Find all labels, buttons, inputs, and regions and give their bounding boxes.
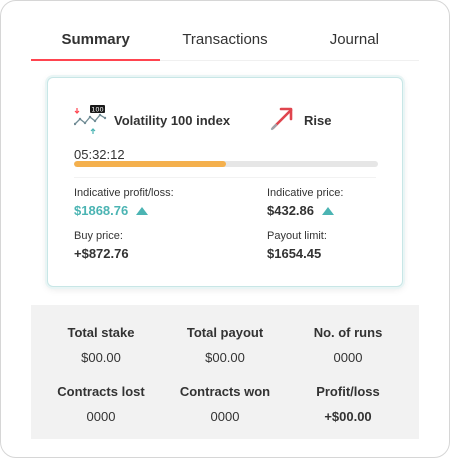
indicative-price-label: Indicative price:	[267, 187, 344, 199]
contract-header: 100 Volatility 100 index Rise	[73, 104, 376, 136]
contracts-won: Contracts won 0000	[165, 384, 285, 424]
progress-fill	[74, 161, 226, 167]
market-info: 100 Volatility 100 index	[73, 104, 270, 136]
trade-type: Rise	[270, 105, 331, 136]
payout-limit-value: $1654.45	[267, 246, 322, 261]
buy-price-label: Buy price:	[74, 230, 123, 242]
triangle-up-icon	[322, 206, 334, 215]
market-badge-text: 100	[91, 106, 103, 114]
payout-limit-label: Payout limit:	[267, 230, 327, 242]
number-of-runs: No. of runs 0000	[288, 325, 408, 365]
contracts-won-label: Contracts won	[179, 384, 271, 399]
profit-loss: Profit/loss +$00.00	[288, 384, 408, 424]
contract-progress-bar	[74, 161, 378, 167]
contracts-won-value: 0000	[210, 409, 240, 424]
profit-loss-value: +$00.00	[324, 409, 372, 424]
indicative-profit-label: Indicative profit/loss:	[74, 187, 174, 199]
indicative-price-row: $432.86	[267, 203, 343, 218]
buy-price-value: +$872.76	[74, 246, 129, 261]
contracts-lost: Contracts lost 0000	[41, 384, 161, 424]
market-name: Volatility 100 index	[114, 112, 231, 128]
triangle-up-icon	[136, 206, 149, 215]
total-payout-value: $00.00	[205, 350, 245, 365]
tab-journal[interactable]: Journal	[290, 19, 419, 60]
runs-label: No. of runs	[313, 325, 383, 340]
runs-value: 0000	[333, 350, 363, 365]
rise-arrow-icon	[270, 105, 296, 136]
profit-loss-label: Profit/loss	[316, 384, 380, 399]
contract-timer: 05:32:12	[74, 147, 125, 162]
buy-price: Buy price: +$872.76	[74, 230, 129, 261]
contract-card[interactable]: 100 Volatility 100 index Rise 05:32:12 I…	[47, 77, 403, 287]
indicative-profit-value: $1868.76	[74, 203, 129, 218]
volatility-100-icon: 100	[73, 104, 108, 136]
total-stake-label: Total stake	[67, 325, 135, 340]
total-payout-label: Total payout	[186, 325, 264, 340]
divider	[74, 177, 376, 178]
tab-transactions[interactable]: Transactions	[160, 19, 289, 60]
total-stake-value: $00.00	[81, 350, 121, 365]
indicative-price-value: $432.86	[267, 203, 314, 218]
tab-summary[interactable]: Summary	[31, 19, 161, 61]
run-summary: Total stake $00.00 Total payout $00.00 N…	[31, 305, 419, 439]
payout-limit: Payout limit: $1654.45	[267, 230, 327, 261]
run-panel: Summary Transactions Journal 100 Volatil…	[0, 0, 450, 458]
total-payout: Total payout $00.00	[165, 325, 285, 365]
contracts-lost-label: Contracts lost	[57, 384, 145, 399]
tab-bar: Summary Transactions Journal	[31, 19, 419, 61]
indicative-price: Indicative price: $432.86	[267, 187, 343, 218]
total-stake: Total stake $00.00	[41, 325, 161, 365]
contracts-lost-value: 0000	[86, 409, 116, 424]
indicative-profit-row: $1868.76	[74, 203, 174, 218]
indicative-profit: Indicative profit/loss: $1868.76	[74, 187, 174, 218]
trade-type-label: Rise	[304, 112, 332, 128]
